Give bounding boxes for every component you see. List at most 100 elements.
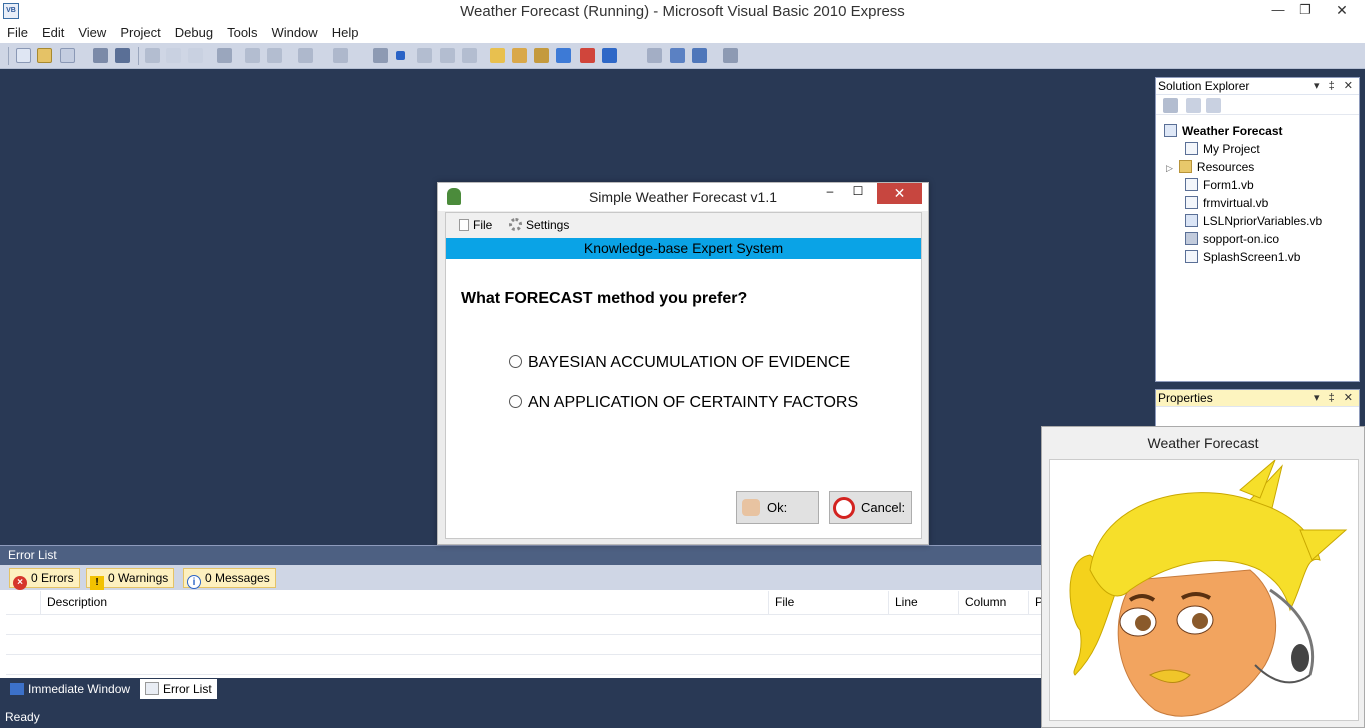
menu-debug[interactable]: Debug (168, 23, 220, 42)
step-out-icon[interactable] (462, 48, 477, 63)
find-icon[interactable] (217, 48, 232, 63)
continue-icon[interactable] (373, 48, 388, 63)
menu-help[interactable]: Help (325, 23, 366, 42)
errors-filter-button[interactable]: × 0 Errors (9, 568, 80, 590)
toolbox-icon[interactable] (534, 48, 549, 63)
tree-root-project[interactable]: Weather Forecast (1164, 123, 1282, 140)
menu-edit[interactable]: Edit (35, 23, 71, 42)
start-page-icon[interactable] (647, 48, 662, 63)
grid-line (6, 634, 1042, 635)
menu-project[interactable]: Project (113, 23, 167, 42)
dialog-minimize-button[interactable]: – (818, 184, 842, 204)
copy-icon[interactable] (166, 48, 181, 63)
refresh-icon[interactable] (1206, 98, 1221, 113)
minimize-button[interactable]: — (1263, 0, 1293, 22)
properties-window-icon[interactable] (512, 48, 527, 63)
messages-filter-button[interactable]: i 0 Messages (183, 568, 276, 589)
radio-circle[interactable] (509, 395, 522, 408)
dialog-maximize-button[interactable]: ☐ (846, 184, 870, 204)
redo-icon[interactable] (333, 48, 348, 63)
panel-pin-close-buttons[interactable]: ▾ ‡ ✕ (1314, 390, 1356, 406)
close-button[interactable]: ✕ (1319, 0, 1365, 22)
tree-item-form1[interactable]: Form1.vb (1185, 177, 1254, 194)
customize-icon[interactable] (723, 48, 738, 63)
expert-system-banner: Knowledge-base Expert System (446, 238, 921, 259)
tree-item-resources[interactable]: ▷ Resources (1166, 159, 1254, 176)
paste-icon[interactable] (188, 48, 203, 63)
folder-icon (1178, 160, 1192, 173)
dialog-title-bar: Simple Weather Forecast v1.1 – ☐ ✕ (438, 183, 928, 211)
solution-explorer-icon[interactable] (490, 48, 505, 63)
error-list-title: Error List (0, 546, 1042, 565)
messages-count: 0 Messages (205, 571, 270, 585)
form-icon (1185, 178, 1198, 191)
tab-error-list[interactable]: Error List (140, 679, 217, 699)
immediate-window-icon[interactable] (602, 48, 617, 63)
object-browser-icon[interactable] (556, 48, 571, 63)
radio-label: AN APPLICATION OF CERTAINTY FACTORS (528, 394, 859, 411)
tree-root-label: Weather Forecast (1182, 124, 1283, 138)
extension-icon[interactable] (692, 48, 707, 63)
menu-window[interactable]: Window (264, 23, 324, 42)
tab-immediate-window[interactable]: Immediate Window (5, 679, 135, 699)
cancel-button[interactable]: Cancel: (829, 491, 912, 524)
radio-circle[interactable] (509, 355, 522, 368)
save-all-icon[interactable] (115, 48, 130, 63)
info-icon: i (187, 575, 201, 589)
agent-character-image[interactable] (1049, 459, 1359, 721)
warning-icon: ! (90, 576, 104, 590)
dialog-menu-settings[interactable]: Settings (509, 218, 569, 232)
tree-item-label: My Project (1203, 142, 1260, 156)
tree-item-label: Resources (1196, 160, 1255, 174)
output-icon[interactable] (670, 48, 685, 63)
solution-explorer-toolbar (1156, 95, 1359, 115)
warnings-filter-button[interactable]: ! 0 Warnings (86, 568, 175, 590)
tree-item-my-project[interactable]: My Project (1185, 141, 1260, 158)
menu-label: File (473, 218, 493, 232)
properties-icon[interactable] (1186, 98, 1201, 113)
show-all-files-icon[interactable] (1163, 98, 1178, 113)
stop-debugging-icon[interactable] (396, 51, 405, 60)
agent-character-window: Weather Forecast (1041, 426, 1365, 728)
tree-item-lslnprior[interactable]: LSLNpriorVariables.vb (1185, 213, 1322, 230)
save-icon[interactable] (93, 48, 108, 63)
comment-icon[interactable] (245, 48, 260, 63)
menu-file[interactable]: File (0, 23, 35, 42)
cut-icon[interactable] (145, 48, 160, 63)
ok-button[interactable]: Ok: (736, 491, 819, 524)
toolbar-grip[interactable] (8, 47, 9, 65)
error-list-grid: Description File Line Column P (6, 591, 1043, 679)
agent-window-title: Weather Forecast (1147, 435, 1259, 451)
tree-item-frmvirtual[interactable]: frmvirtual.vb (1185, 195, 1268, 212)
open-file-icon[interactable] (37, 48, 52, 63)
col-line[interactable]: Line (889, 591, 959, 614)
col-file[interactable]: File (769, 591, 889, 614)
radio-certainty-factors[interactable]: AN APPLICATION OF CERTAINTY FACTORS (509, 394, 858, 412)
undo-icon[interactable] (298, 48, 313, 63)
radio-bayesian[interactable]: BAYESIAN ACCUMULATION OF EVIDENCE (509, 354, 850, 372)
new-project-icon[interactable] (16, 48, 31, 63)
col-icon[interactable] (6, 591, 41, 614)
menu-view[interactable]: View (71, 23, 113, 42)
dialog-menu-file[interactable]: File (459, 218, 492, 232)
tree-item-splashscreen[interactable]: SplashScreen1.vb (1185, 249, 1300, 266)
tree-item-sopport-ico[interactable]: sopport-on.ico (1185, 231, 1279, 248)
dialog-close-button[interactable]: ✕ (877, 183, 922, 204)
step-over-icon[interactable] (440, 48, 455, 63)
col-column[interactable]: Column (959, 591, 1029, 614)
add-item-icon[interactable] (60, 48, 75, 63)
col-description[interactable]: Description (41, 591, 769, 614)
restore-button[interactable]: ❐ (1290, 0, 1320, 22)
menu-label: Settings (526, 218, 570, 232)
solution-explorer-panel: Solution Explorer ▾ ‡ ✕ Weather Forecast… (1155, 77, 1360, 382)
uncomment-icon[interactable] (267, 48, 282, 63)
panel-pin-close-buttons[interactable]: ▾ ‡ ✕ (1314, 78, 1356, 94)
expand-arrow-icon[interactable]: ▷ (1166, 163, 1173, 173)
grid-line (6, 614, 1042, 615)
ico-file-icon (1185, 232, 1198, 245)
error-list-icon[interactable] (580, 48, 595, 63)
error-list-icon (145, 682, 159, 695)
menu-tools[interactable]: Tools (220, 23, 264, 42)
step-into-icon[interactable] (417, 48, 432, 63)
error-list-filter-bar: × 0 Errors ! 0 Warnings i 0 Messages (0, 565, 1042, 590)
